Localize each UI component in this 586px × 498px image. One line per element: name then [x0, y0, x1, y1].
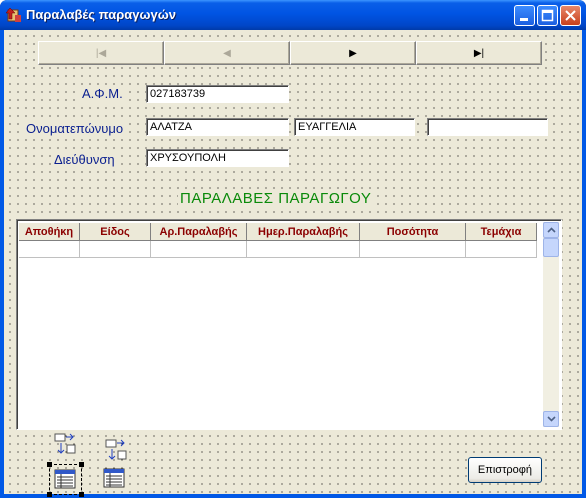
close-button[interactable] — [560, 5, 581, 26]
new-row-cell[interactable] — [19, 241, 80, 258]
maximize-button[interactable] — [537, 5, 558, 26]
grid-icon — [54, 469, 76, 489]
back-button[interactable]: Επιστροφή — [468, 457, 542, 483]
last-record-button[interactable]: ▶| — [416, 41, 542, 65]
first-record-icon: |◀ — [95, 47, 107, 59]
surname-field[interactable]: ΑΛΑΤΖΑ — [146, 118, 289, 136]
next-record-button[interactable]: ▶ — [290, 41, 416, 65]
scroll-down-button[interactable] — [543, 411, 559, 427]
title-bar[interactable]: Παραλαβές παραγωγών — [0, 0, 586, 30]
app-icon — [6, 7, 21, 22]
window-frame-right — [582, 30, 586, 498]
close-icon — [565, 10, 576, 21]
column-header-receipt-date[interactable]: Ημερ.Παραλαβής — [247, 223, 360, 241]
receipts-heading: ΠΑΡΑΛΑΒΕΣ ΠΑΡΑΓΩΓΟΥ — [178, 190, 374, 207]
form-control-icon-3[interactable] — [103, 468, 127, 495]
grid-vertical-scrollbar[interactable] — [543, 222, 559, 427]
afm-label: Α.Φ.Μ. — [81, 86, 124, 101]
minimize-icon — [520, 18, 528, 21]
form-client-area: |◀ ◀ ▶ ▶| Α.Φ.Μ. 027183739 Ονοματεπώνυμο… — [4, 30, 582, 497]
scroll-thumb[interactable] — [543, 238, 559, 257]
form-control-icon-1[interactable] — [53, 433, 77, 462]
new-row-cell[interactable] — [80, 241, 151, 258]
address-field[interactable]: ΧΡΥΣΟΥΠΟΛΗ — [146, 149, 289, 167]
new-row-cell[interactable] — [247, 241, 360, 258]
dataset-icon — [105, 439, 127, 460]
last-record-icon: ▶| — [473, 47, 485, 59]
window-frame-bottom — [0, 494, 586, 498]
afm-field[interactable]: 027183739 — [146, 85, 289, 103]
previous-record-icon: ◀ — [223, 47, 231, 59]
column-header-receipt-number[interactable]: Αρ.Παραλαβής — [151, 223, 247, 241]
chevron-up-icon — [546, 227, 556, 233]
new-row-cell[interactable] — [466, 241, 537, 258]
column-header-item[interactable]: Είδος — [80, 223, 151, 241]
first-record-button[interactable]: |◀ — [38, 41, 164, 65]
new-row-cell[interactable] — [151, 241, 247, 258]
previous-record-button[interactable]: ◀ — [164, 41, 290, 65]
address-label: Διεύθυνση — [53, 152, 116, 167]
firstname-field[interactable]: ΕΥΑΓΓΕΛΙΑ — [294, 118, 415, 136]
form-control-icon-2[interactable] — [104, 439, 128, 468]
name-label: Ονοματεπώνυμο — [25, 121, 125, 136]
scroll-up-button[interactable] — [543, 222, 559, 238]
next-record-icon: ▶ — [349, 47, 357, 59]
selected-control-icon[interactable] — [47, 462, 84, 497]
new-row-cell[interactable] — [360, 241, 466, 258]
chevron-down-icon — [546, 416, 556, 422]
grid-icon — [103, 468, 125, 488]
column-header-quantity[interactable]: Ποσότητα — [360, 223, 466, 241]
dataset-icon — [54, 433, 76, 454]
receipts-grid[interactable]: Αποθήκη Είδος Αρ.Παραλαβής Ημερ.Παραλαβή… — [16, 219, 562, 430]
minimize-button[interactable] — [514, 5, 535, 26]
window-title: Παραλαβές παραγωγών — [26, 7, 176, 22]
app-window: Παραλαβές παραγωγών |◀ ◀ ▶ ▶| Α.Φ.Μ. 027… — [0, 0, 586, 498]
column-header-pieces[interactable]: Τεμάχια — [466, 223, 537, 241]
extra-name-field[interactable] — [427, 118, 548, 136]
column-header-warehouse[interactable]: Αποθήκη — [19, 223, 80, 241]
maximize-icon — [541, 9, 554, 22]
